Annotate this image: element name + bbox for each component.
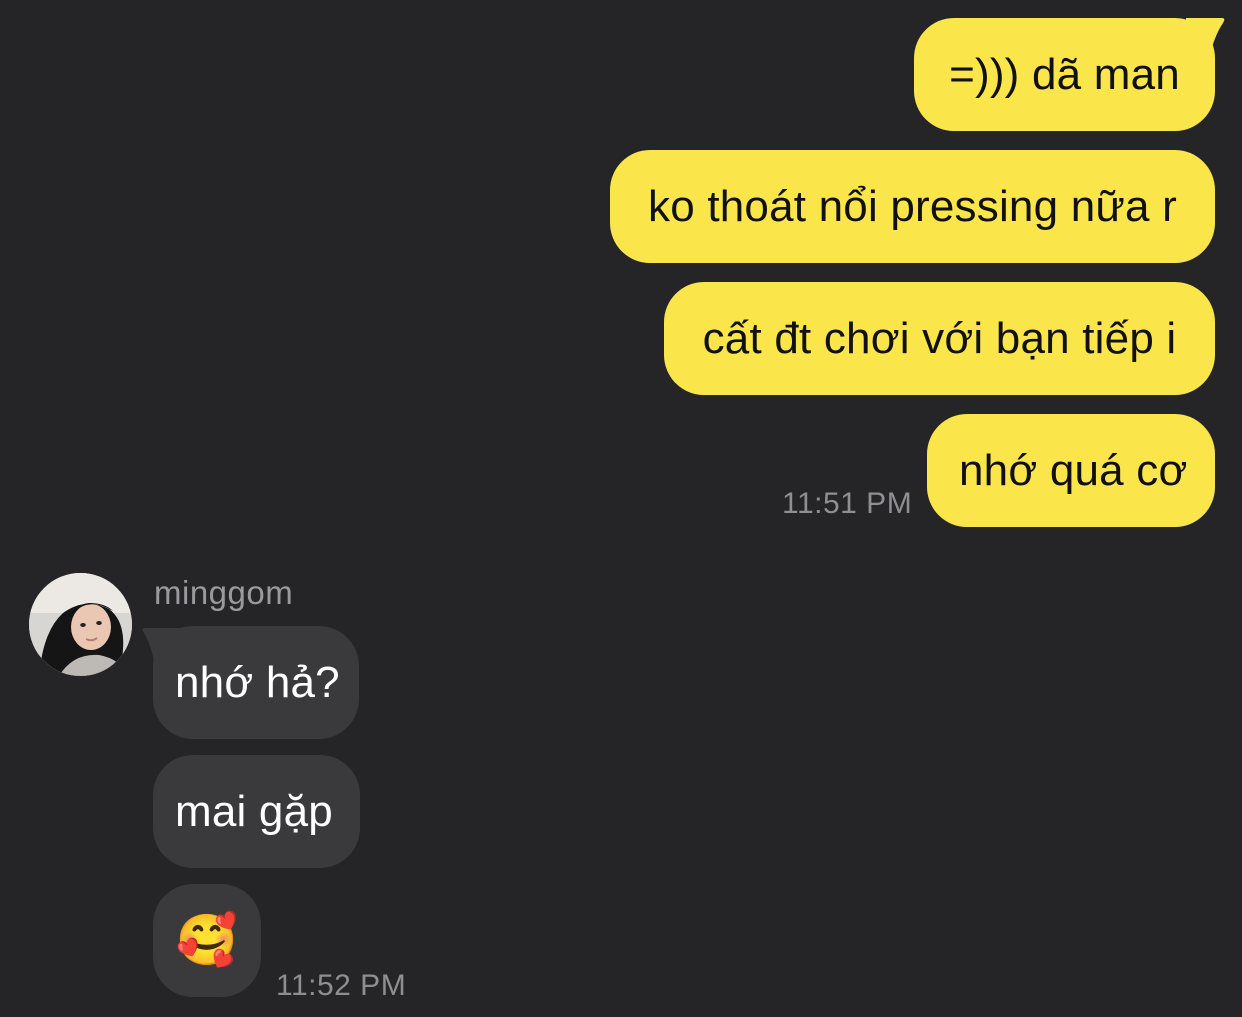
avatar-photo-icon: [29, 573, 132, 676]
message-timestamp: 11:51 PM: [782, 487, 913, 520]
incoming-message[interactable]: nhớ hả?: [153, 626, 359, 739]
avatar[interactable]: [29, 573, 132, 676]
incoming-emoji-message[interactable]: 🥰: [153, 884, 261, 997]
message-text: mai gặp: [175, 787, 333, 836]
message-text: =))) dã man: [949, 50, 1180, 99]
smiling-face-with-hearts-icon: 🥰: [175, 912, 239, 968]
message-text: nhớ quá cơ: [959, 446, 1188, 495]
incoming-message[interactable]: mai gặp: [153, 755, 360, 868]
sender-name: minggom: [154, 574, 294, 611]
outgoing-message[interactable]: cất đt chơi với bạn tiếp i: [664, 282, 1215, 395]
message-timestamp: 11:52 PM: [276, 969, 407, 1002]
outgoing-message[interactable]: nhớ quá cơ: [927, 414, 1215, 527]
message-text: nhớ hả?: [175, 658, 340, 707]
outgoing-message[interactable]: ko thoát nổi pressing nữa r: [610, 150, 1215, 263]
outgoing-message[interactable]: =))) dã man: [914, 18, 1215, 131]
message-text: cất đt chơi với bạn tiếp i: [702, 314, 1177, 363]
message-text: ko thoát nổi pressing nữa r: [648, 182, 1177, 231]
